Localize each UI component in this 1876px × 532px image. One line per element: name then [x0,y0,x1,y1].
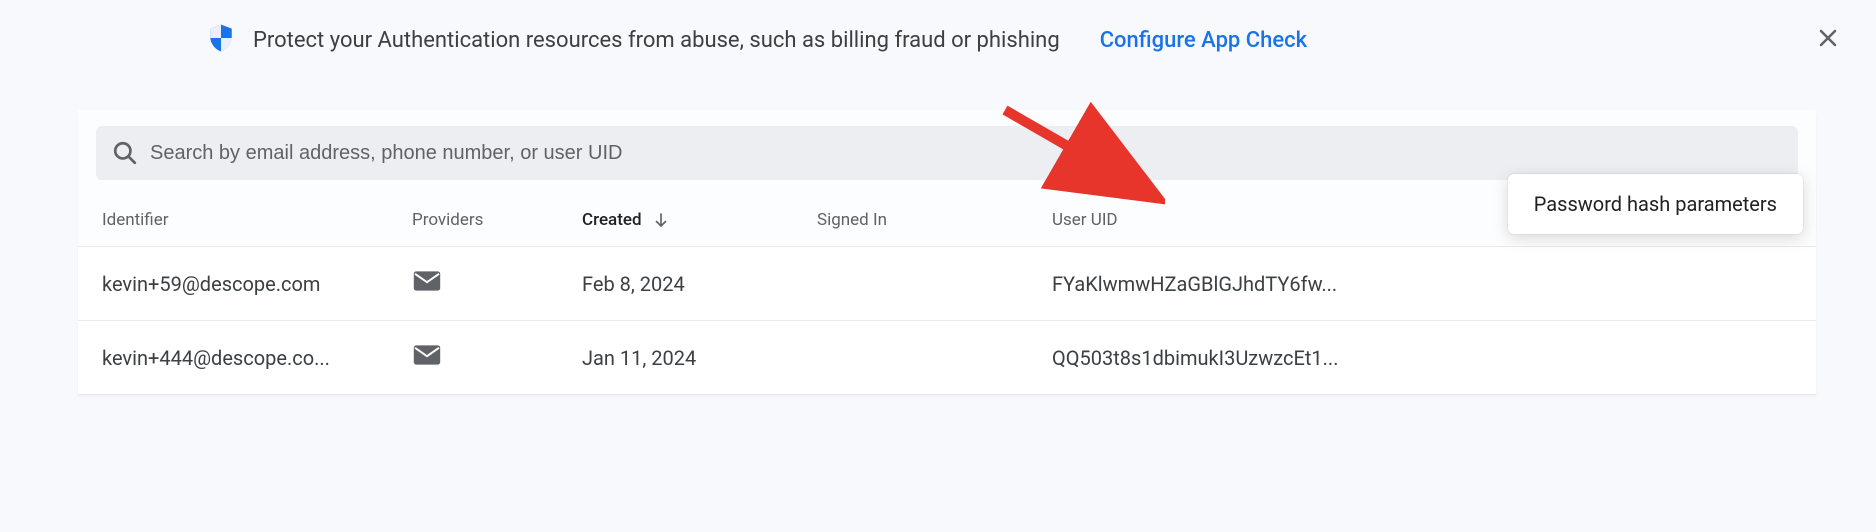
password-hash-menu-item[interactable]: Password hash parameters [1508,174,1803,234]
configure-app-check-link[interactable]: Configure App Check [1100,28,1307,53]
banner: Protect your Authentication resources fr… [165,0,1816,80]
search-input[interactable] [150,142,1782,165]
table-row[interactable]: kevin+59@descope.com Feb 8, 2024 FYaKlwm… [78,247,1816,321]
close-button[interactable] [1810,20,1846,56]
column-providers[interactable]: Providers [412,210,582,230]
cell-identifier: kevin+59@descope.com [102,272,412,296]
banner-text: Protect your Authentication resources fr… [253,28,1060,53]
email-provider-icon [412,269,442,293]
column-created[interactable]: Created [582,210,817,230]
cell-created: Jan 11, 2024 [582,346,817,370]
cell-created: Feb 8, 2024 [582,272,817,296]
search-icon [112,140,138,166]
search-bar[interactable] [96,126,1798,180]
column-signedin[interactable]: Signed In [817,210,1052,230]
shield-icon [205,22,237,58]
cell-providers [412,269,582,298]
users-panel: Identifier Providers Created Signed In U… [78,110,1816,395]
cell-providers [412,343,582,372]
cell-identifier: kevin+444@descope.co... [102,346,412,370]
cell-uid: QQ503t8s1dbimukI3UzwzcEt1... [1052,346,1792,370]
column-created-label: Created [582,210,642,230]
sort-desc-icon [652,211,670,229]
cell-uid: FYaKlwmwHZaGBlGJhdTY6fw... [1052,272,1792,296]
popup-label: Password hash parameters [1534,192,1777,216]
email-provider-icon [412,343,442,367]
close-icon [1816,26,1840,50]
column-identifier[interactable]: Identifier [102,210,412,230]
table-row[interactable]: kevin+444@descope.co... Jan 11, 2024 QQ5… [78,321,1816,395]
